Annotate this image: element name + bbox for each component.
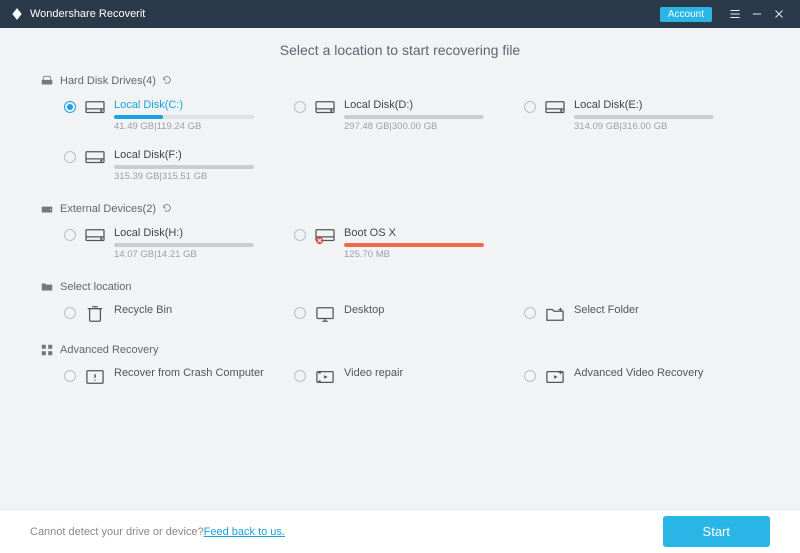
radio-h[interactable]: [64, 229, 76, 241]
feedback-link[interactable]: Feed back to us.: [204, 526, 285, 538]
loc-label: Desktop: [344, 304, 384, 316]
select-grid: Recycle Bin Desktop Select Folder: [64, 300, 760, 335]
adv-label: Video repair: [344, 367, 403, 379]
radio-e[interactable]: [524, 101, 536, 113]
drive-name: Boot OS X: [344, 226, 524, 240]
app-title: Wondershare Recoverit: [30, 8, 145, 20]
main-area: Select a location to start recovering fi…: [0, 28, 800, 509]
radio-recycle[interactable]: [64, 307, 76, 319]
hdd-icon: [40, 74, 54, 88]
radio-desktop[interactable]: [294, 307, 306, 319]
grid-icon: [40, 343, 54, 357]
drive-size: 41.49 GB|119.24 GB: [114, 121, 294, 132]
footer: Cannot detect your drive or device? Feed…: [0, 509, 800, 553]
radio-advvideo[interactable]: [524, 370, 536, 382]
drive-name: Local Disk(E:): [574, 98, 754, 112]
loc-label: Recycle Bin: [114, 304, 172, 316]
desktop-icon: [314, 305, 336, 323]
section-advanced: Advanced Recovery: [40, 343, 760, 357]
usage-bar: [344, 115, 484, 119]
footer-msg: Cannot detect your drive or device?: [30, 526, 204, 538]
radio-d[interactable]: [294, 101, 306, 113]
close-icon: [772, 7, 786, 21]
menu-icon: [728, 7, 742, 21]
loc-desktop[interactable]: Desktop: [294, 300, 524, 335]
radio-f[interactable]: [64, 151, 76, 163]
drive-name: Local Disk(C:): [114, 98, 294, 112]
section-select: Select location: [40, 280, 760, 294]
section-ext-label: External Devices(2): [60, 203, 156, 215]
drive-icon: [84, 149, 106, 167]
drive-size: 14.07 GB|14.21 GB: [114, 249, 294, 260]
drive-item-boot[interactable]: Boot OS X 125.70 MB: [294, 222, 524, 272]
usage-bar: [574, 115, 714, 119]
loc-label: Select Folder: [574, 304, 639, 316]
refresh-icon: [162, 75, 172, 85]
start-button[interactable]: Start: [663, 516, 770, 547]
radio-boot[interactable]: [294, 229, 306, 241]
usage-bar: [344, 243, 484, 247]
drive-name: Local Disk(D:): [344, 98, 524, 112]
menu-button[interactable]: [724, 3, 746, 25]
advanced-grid: Recover from Crash Computer Video repair…: [64, 363, 760, 398]
external-icon: [40, 202, 54, 216]
titlebar: Wondershare Recoverit Account: [0, 0, 800, 28]
adv-video[interactable]: Video repair: [294, 363, 524, 398]
account-button[interactable]: Account: [660, 7, 712, 22]
drive-icon: [314, 99, 336, 117]
minimize-button[interactable]: [746, 3, 768, 25]
radio-c[interactable]: [64, 101, 76, 113]
select-folder-icon: [544, 305, 566, 323]
crash-icon: [84, 368, 106, 386]
drive-name: Local Disk(H:): [114, 226, 294, 240]
usage-bar: [114, 115, 254, 119]
hdd-grid: Local Disk(C:) 41.49 GB|119.24 GB Local …: [64, 94, 760, 194]
app-logo-icon: [10, 7, 24, 21]
radio-crash[interactable]: [64, 370, 76, 382]
section-hdd: Hard Disk Drives(4): [40, 74, 760, 88]
drive-size: 314.09 GB|316.00 GB: [574, 121, 754, 132]
drive-item-f[interactable]: Local Disk(F:) 315.39 GB|315.51 GB: [64, 144, 294, 194]
drive-size: 125.70 MB: [344, 249, 524, 260]
minimize-icon: [750, 7, 764, 21]
drive-icon: [544, 99, 566, 117]
loc-recycle[interactable]: Recycle Bin: [64, 300, 294, 335]
drive-size: 315.39 GB|315.51 GB: [114, 171, 294, 182]
close-button[interactable]: [768, 3, 790, 25]
drive-size: 297.48 GB|300.00 GB: [344, 121, 524, 132]
video-icon: [314, 368, 336, 386]
refresh-hdd-button[interactable]: [162, 75, 172, 88]
recycle-bin-icon: [84, 305, 106, 323]
drive-item-d[interactable]: Local Disk(D:) 297.48 GB|300.00 GB: [294, 94, 524, 144]
adv-label: Advanced Video Recovery: [574, 367, 703, 379]
refresh-icon: [162, 203, 172, 213]
section-hdd-label: Hard Disk Drives(4): [60, 75, 156, 87]
section-select-label: Select location: [60, 281, 132, 293]
drive-icon: [84, 227, 106, 245]
ext-grid: Local Disk(H:) 14.07 GB|14.21 GB Boot OS…: [64, 222, 760, 272]
adv-crash[interactable]: Recover from Crash Computer: [64, 363, 294, 398]
usage-bar: [114, 165, 254, 169]
drive-name: Local Disk(F:): [114, 148, 294, 162]
section-ext: External Devices(2): [40, 202, 760, 216]
page-title: Select a location to start recovering fi…: [40, 42, 760, 58]
adv-advvideo[interactable]: Advanced Video Recovery: [524, 363, 754, 398]
refresh-ext-button[interactable]: [162, 203, 172, 216]
adv-video-icon: [544, 368, 566, 386]
drive-item-h[interactable]: Local Disk(H:) 14.07 GB|14.21 GB: [64, 222, 294, 272]
section-advanced-label: Advanced Recovery: [60, 344, 158, 356]
radio-folder[interactable]: [524, 307, 536, 319]
folder-icon: [40, 280, 54, 294]
drive-error-icon: [314, 227, 336, 245]
radio-video[interactable]: [294, 370, 306, 382]
drive-icon: [84, 99, 106, 117]
drive-item-e[interactable]: Local Disk(E:) 314.09 GB|316.00 GB: [524, 94, 754, 144]
adv-label: Recover from Crash Computer: [114, 367, 264, 379]
usage-bar: [114, 243, 254, 247]
drive-item-c[interactable]: Local Disk(C:) 41.49 GB|119.24 GB: [64, 94, 294, 144]
loc-folder[interactable]: Select Folder: [524, 300, 754, 335]
